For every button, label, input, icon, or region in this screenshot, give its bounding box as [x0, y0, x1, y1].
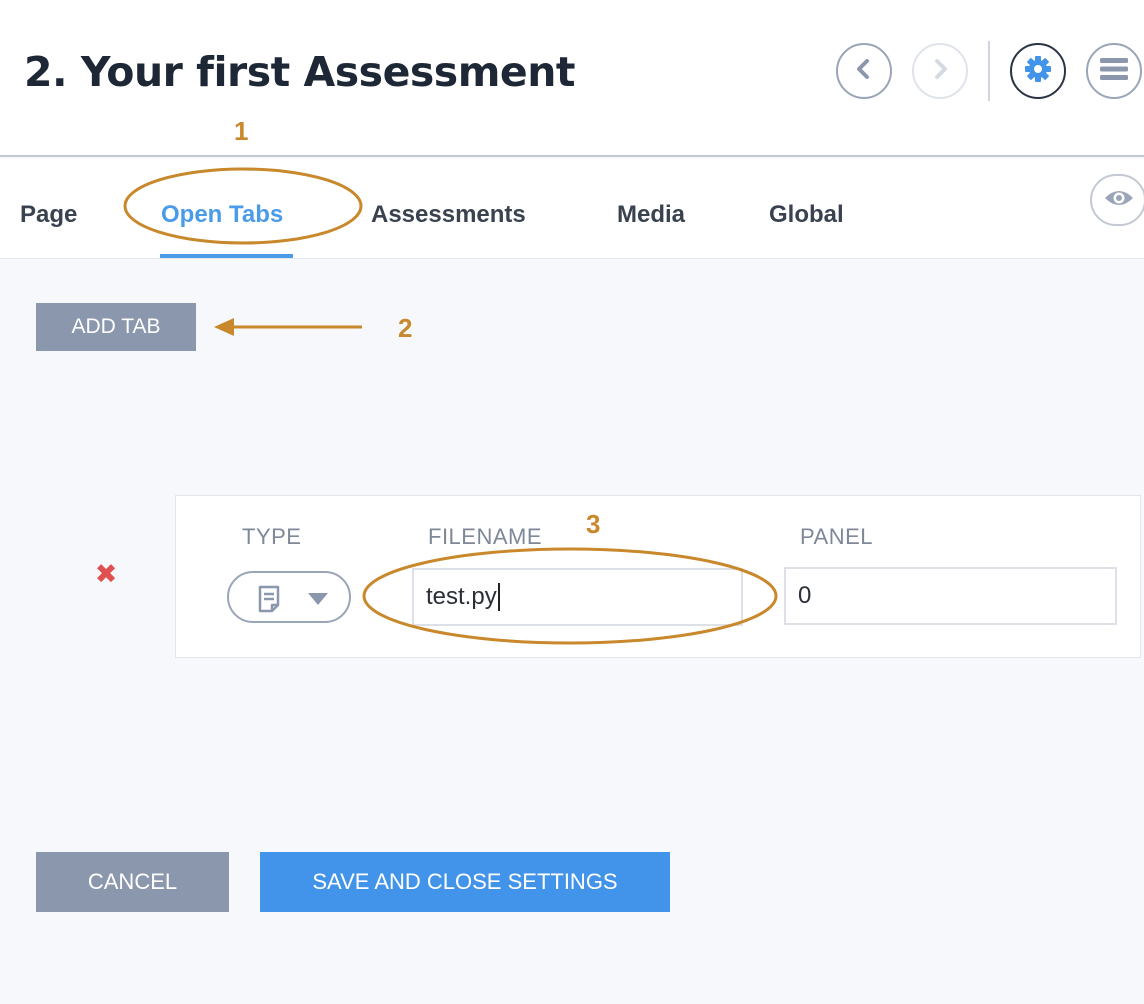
text-caret	[497, 583, 500, 611]
tab-open-tabs[interactable]: Open Tabs	[161, 201, 283, 229]
tab-type-select[interactable]	[227, 571, 351, 623]
annotation-marker-2: 2	[398, 313, 413, 343]
tab-page[interactable]: Page	[20, 201, 77, 229]
page-header: 2. Your first Assessment	[0, 0, 1144, 157]
tab-assessments[interactable]: Assessments	[371, 201, 526, 229]
tab-media[interactable]: Media	[617, 201, 685, 229]
header-divider	[988, 41, 990, 101]
panel-input[interactable]: 0	[784, 567, 1117, 625]
chevron-right-icon	[928, 57, 952, 86]
annotation-marker-1: 1	[234, 116, 249, 146]
panel-value: 0	[798, 582, 812, 609]
save-and-close-button[interactable]: SAVE AND CLOSE SETTINGS	[260, 852, 670, 912]
filename-input[interactable]: test.py	[412, 568, 743, 626]
forward-button[interactable]	[912, 43, 968, 99]
add-tab-button[interactable]: ADD TAB	[36, 303, 196, 351]
hamburger-menu-icon	[1099, 56, 1129, 87]
page-title: 2. Your first Assessment	[24, 48, 576, 96]
annotation-marker-3: 3	[586, 509, 601, 539]
chevron-left-icon	[852, 57, 876, 86]
preview-button[interactable]	[1090, 174, 1144, 226]
active-tab-indicator	[160, 254, 293, 258]
settings-tab-bar: Page Open Tabs Assessments Media Global	[0, 159, 1144, 259]
filename-value: test.py	[426, 583, 497, 610]
tab-global[interactable]: Global	[769, 201, 844, 229]
chevron-down-icon	[307, 592, 329, 611]
annotation-arrowhead	[214, 318, 234, 336]
type-column-label: TYPE	[242, 524, 302, 549]
menu-button[interactable]	[1086, 43, 1142, 99]
cancel-button[interactable]: CANCEL	[36, 852, 229, 912]
filename-column-label: FILENAME	[428, 524, 543, 549]
file-icon	[257, 585, 283, 618]
delete-row-icon[interactable]: ✖	[92, 560, 120, 588]
panel-column-label: PANEL	[800, 524, 874, 549]
settings-button[interactable]	[1010, 43, 1066, 99]
eye-icon	[1104, 188, 1134, 213]
gear-icon	[1023, 54, 1053, 89]
back-button[interactable]	[836, 43, 892, 99]
